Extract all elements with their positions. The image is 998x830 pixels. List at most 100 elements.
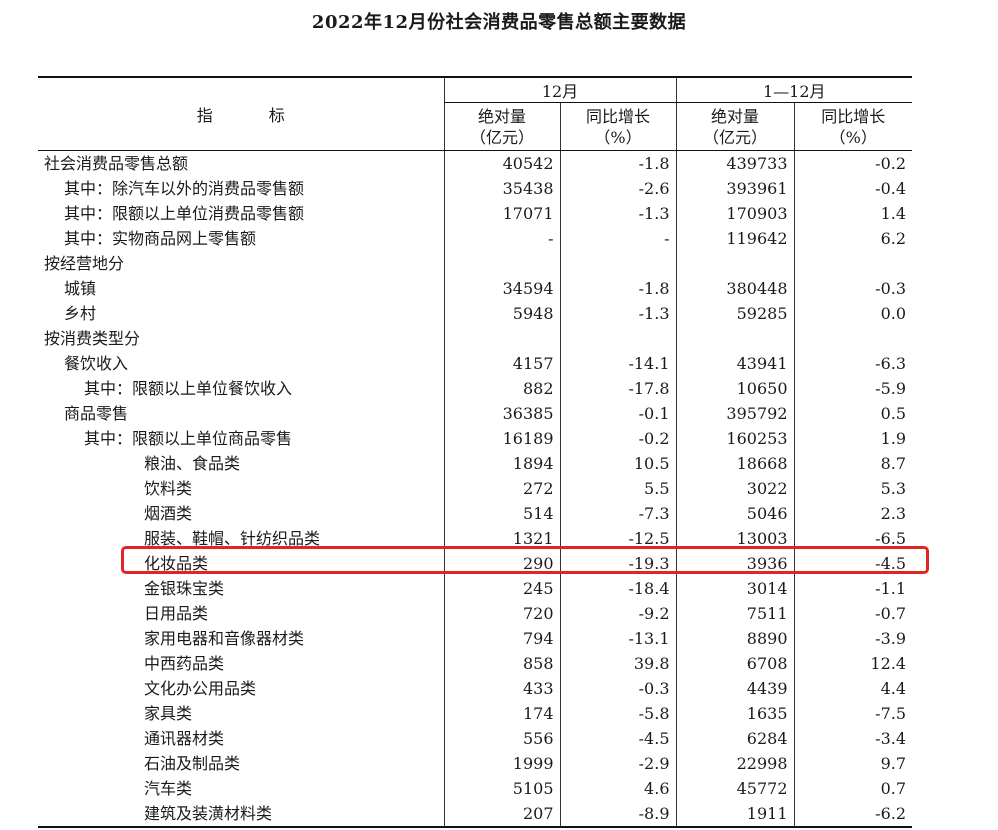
row-label: 其中：限额以上单位消费品零售额 (64, 204, 305, 223)
dec-growth-unit: （%） (594, 127, 642, 147)
table-row: 汽车类 5105 4.6 45772 0.7 (38, 776, 913, 801)
ytd-abs-cell: 6708 (675, 651, 794, 676)
ytd-abs-cell: 59285 (675, 301, 794, 326)
ytd-growth-cell: 0.7 (793, 776, 913, 801)
table-row: 饮料类 272 5.5 3022 5.3 (38, 476, 913, 501)
ytd-abs-cell: 22998 (675, 751, 794, 776)
dec-growth-cell: -13.1 (559, 626, 676, 651)
dec-abs-cell: 36385 (443, 401, 560, 426)
dec-growth-cell: -7.3 (559, 501, 676, 526)
table-body: 社会消费品零售总额 40542 -1.8 439733 -0.2 其中：除汽车以外的消费品… (38, 150, 913, 828)
row-label: 商品零售 (64, 404, 129, 423)
ytd-growth-cell: -5.9 (793, 376, 913, 401)
row-label: 石油及制品类 (144, 754, 241, 773)
ytd-growth-cell: 0.5 (793, 401, 913, 426)
table-row: 通讯器材类 556 -4.5 6284 -3.4 (38, 726, 913, 751)
table-row: 其中：限额以上单位消费品零售额 17071 -1.3 170903 1.4 (38, 201, 913, 226)
ytd-abs-cell: 4439 (675, 676, 794, 701)
dec-growth-cell: -4.5 (559, 726, 676, 751)
dec-abs-cell: 858 (443, 651, 560, 676)
dec-growth-cell: -2.9 (559, 751, 676, 776)
dec-growth-cell: -0.3 (559, 676, 676, 701)
ytd-growth-unit: （%） (829, 127, 877, 147)
table-row: 城镇 34594 -1.8 380448 -0.3 (38, 276, 913, 301)
year-group-header: 1—12月 (675, 76, 913, 103)
ytd-growth-cell: -0.2 (793, 150, 913, 176)
dec-growth-cell: -0.1 (559, 401, 676, 426)
ytd-growth-cell (793, 251, 913, 276)
dec-abs-cell: 5105 (443, 776, 560, 801)
ytd-growth-cell: 8.7 (793, 451, 913, 476)
row-label: 按消费类型分 (44, 329, 141, 348)
ytd-abs-cell (675, 251, 794, 276)
table-row: 中西药品类 858 39.8 6708 12.4 (38, 651, 913, 676)
dec-abs-cell: 272 (443, 476, 560, 501)
table-row: 商品零售 36385 -0.1 395792 0.5 (38, 401, 913, 426)
ytd-abs-cell: 3014 (675, 576, 794, 601)
dec-growth-cell: -8.9 (559, 801, 676, 828)
row-label: 烟酒类 (144, 504, 193, 523)
indicator-header-label: 指 标 (196, 106, 305, 125)
ytd-abs-cell: 18668 (675, 451, 794, 476)
row-label: 城镇 (64, 279, 97, 298)
row-label: 家用电器和音像器材类 (144, 629, 305, 648)
ytd-abs-cell: 439733 (675, 150, 794, 176)
dec-growth-cell: -1.3 (559, 301, 676, 326)
row-label: 金银珠宝类 (144, 579, 225, 598)
ytd-abs-cell: 1911 (675, 801, 794, 828)
ytd-growth-cell: 5.3 (793, 476, 913, 501)
page-title: 2022年12月份社会消费品零售总额主要数据 (311, 12, 687, 33)
dec-abs-cell (443, 326, 560, 351)
dec-growth-cell: 5.5 (559, 476, 676, 501)
table-row: 乡村 5948 -1.3 59285 0.0 (38, 301, 913, 326)
dec-abs-cell (443, 251, 560, 276)
dec-abs-cell: 720 (443, 601, 560, 626)
row-label: 家具类 (144, 704, 193, 723)
ytd-abs-cell: 45772 (675, 776, 794, 801)
dec-abs-cell: 207 (443, 801, 560, 828)
dec-abs-cell: 882 (443, 376, 560, 401)
ytd-abs-cell: 43941 (675, 351, 794, 376)
ytd-growth-cell: 6.2 (793, 226, 913, 251)
table-row: 文化办公用品类 433 -0.3 4439 4.4 (38, 676, 913, 701)
table-row: 家用电器和音像器材类 794 -13.1 8890 -3.9 (38, 626, 913, 651)
dec-abs-cell: 514 (443, 501, 560, 526)
table-row: 按消费类型分 (38, 326, 913, 351)
dec-growth-cell: -1.8 (559, 150, 676, 176)
ytd-abs-unit: （亿元） (702, 127, 767, 147)
ytd-growth-cell: -6.2 (793, 801, 913, 828)
ytd-growth-header: 同比增长 （%） (793, 102, 913, 151)
ytd-abs-cell: 160253 (675, 426, 794, 451)
dec-growth-cell: -18.4 (559, 576, 676, 601)
ytd-growth-cell: -0.3 (793, 276, 913, 301)
dec-abs-cell: 245 (443, 576, 560, 601)
row-label: 日用品类 (144, 604, 209, 623)
dec-growth-header: 同比增长 （%） (559, 102, 676, 151)
ytd-growth-cell: -0.7 (793, 601, 913, 626)
ytd-abs-cell: 5046 (675, 501, 794, 526)
ytd-abs-cell: 170903 (675, 201, 794, 226)
row-label: 其中：除汽车以外的消费品零售额 (64, 179, 305, 198)
ytd-abs-cell: 10650 (675, 376, 794, 401)
ytd-growth-cell: 4.4 (793, 676, 913, 701)
dec-abs-header: 绝对量 （亿元） (443, 102, 560, 151)
ytd-growth-cell: 9.7 (793, 751, 913, 776)
dec-abs-cell: 174 (443, 701, 560, 726)
table-row: 家具类 174 -5.8 1635 -7.5 (38, 701, 913, 726)
table-row: 其中：实物商品网上零售额 - -119642 6.2 (38, 226, 913, 251)
ytd-abs-cell: 8890 (675, 626, 794, 651)
dec-growth-cell (559, 326, 676, 351)
dec-abs-cell: 16189 (443, 426, 560, 451)
dec-abs-cell: 556 (443, 726, 560, 751)
row-label: 粮油、食品类 (144, 454, 241, 473)
ytd-growth-cell: 2.3 (793, 501, 913, 526)
dec-growth-cell: -9.2 (559, 601, 676, 626)
dec-growth-cell: 4.6 (559, 776, 676, 801)
ytd-growth-cell: 12.4 (793, 651, 913, 676)
dec-abs-unit: （亿元） (469, 127, 534, 147)
dec-abs-label: 绝对量 (477, 106, 526, 126)
row-label: 建筑及装潢材料类 (38, 801, 444, 828)
row-label: 其中：限额以上单位餐饮收入 (84, 379, 293, 398)
ytd-abs-cell: 380448 (675, 276, 794, 301)
row-label: 餐饮收入 (64, 354, 129, 373)
